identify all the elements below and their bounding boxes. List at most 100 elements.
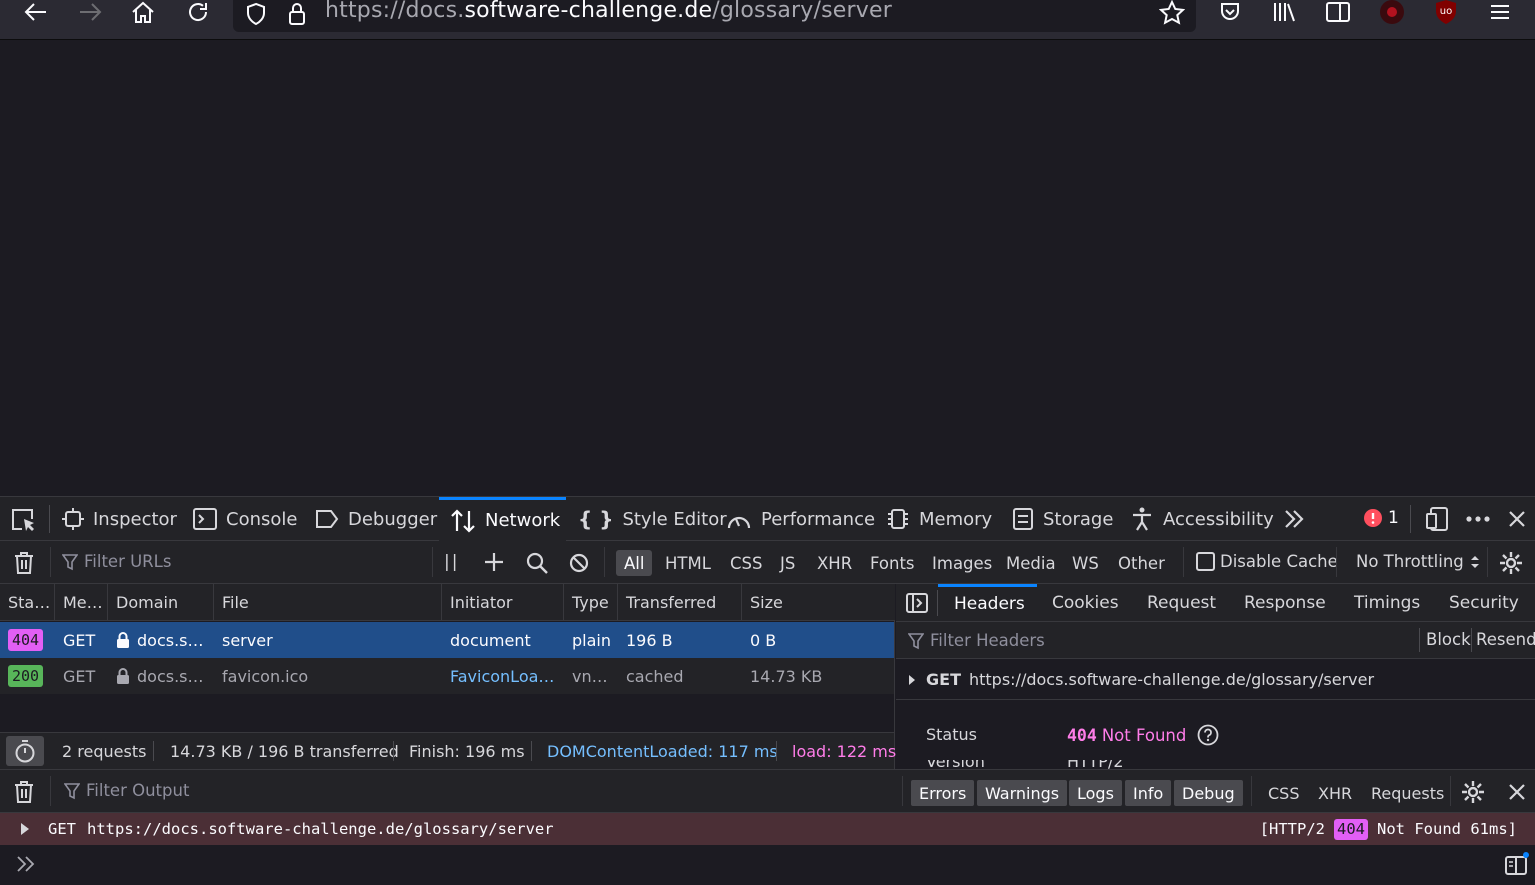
status-code: 404 xyxy=(1067,725,1097,745)
filter-js[interactable]: JS xyxy=(772,550,803,576)
ublock-button[interactable]: uo xyxy=(1428,0,1464,24)
editor-mode-button[interactable] xyxy=(1504,851,1530,877)
prompt-chevrons-icon xyxy=(17,856,35,872)
forward-button[interactable] xyxy=(72,0,108,24)
tab-security[interactable]: Security xyxy=(1449,584,1519,621)
column-file[interactable]: File xyxy=(214,584,442,621)
tab-response[interactable]: Response xyxy=(1244,584,1326,621)
gear-icon xyxy=(1462,781,1484,803)
tab-inspector[interactable]: Inspector xyxy=(62,497,177,541)
tab-storage[interactable]: Storage xyxy=(1012,497,1113,541)
console-settings-button[interactable] xyxy=(1461,780,1485,804)
filter-other[interactable]: Other xyxy=(1110,550,1173,576)
url-bar[interactable]: https://docs.software-challenge.de/gloss… xyxy=(233,0,1196,32)
back-button[interactable] xyxy=(18,0,54,24)
pause-button[interactable]: || xyxy=(444,552,459,572)
column-domain[interactable]: Domain xyxy=(108,584,214,621)
message-url[interactable]: https://docs.software-challenge.de/gloss… xyxy=(87,820,554,838)
library-button[interactable] xyxy=(1266,0,1302,24)
tab-accessibility[interactable]: Accessibility xyxy=(1130,497,1274,541)
extension-button[interactable] xyxy=(1374,0,1410,24)
filter-images[interactable]: Images xyxy=(924,550,1000,576)
filter-html[interactable]: HTML xyxy=(657,550,719,576)
svg-text:uo: uo xyxy=(1440,6,1452,17)
expand-arrow-icon[interactable] xyxy=(20,822,30,836)
reload-button[interactable] xyxy=(180,0,216,24)
table-row[interactable]: 404 GET docs.s… server document plain 19… xyxy=(0,622,894,658)
resend-button[interactable]: Resend xyxy=(1476,630,1535,649)
filter-all[interactable]: All xyxy=(616,550,653,576)
responsive-design-button[interactable] xyxy=(1426,506,1450,532)
initiator-link[interactable]: FaviconLoa… xyxy=(442,658,564,694)
url-text[interactable]: https://docs.software-challenge.de/gloss… xyxy=(325,0,892,23)
filter-fonts[interactable]: Fonts xyxy=(862,550,923,576)
initiator-cell: document xyxy=(450,630,531,650)
more-tabs-button[interactable] xyxy=(1282,507,1306,531)
divider xyxy=(1251,776,1252,806)
add-request-button[interactable] xyxy=(484,552,504,572)
toggle-panel-button[interactable] xyxy=(906,593,928,613)
clear-console-button[interactable] xyxy=(13,780,35,804)
tab-network[interactable]: Network xyxy=(439,497,566,541)
filter-warnings-button[interactable]: Warnings xyxy=(977,780,1068,806)
arrow-right-icon xyxy=(80,3,102,21)
filter-xhr[interactable]: XHR xyxy=(809,550,860,576)
help-icon[interactable] xyxy=(1197,724,1219,746)
home-button[interactable] xyxy=(125,0,161,24)
filter-info-button[interactable]: Info xyxy=(1125,780,1172,806)
clear-button[interactable] xyxy=(13,551,35,575)
filter-ws[interactable]: WS xyxy=(1064,550,1107,576)
filter-xhr-button[interactable]: XHR xyxy=(1318,780,1352,806)
error-count-badge[interactable]: 1 xyxy=(1364,508,1399,528)
console-input[interactable] xyxy=(0,845,1535,885)
partial-row: Version HTTP/2 xyxy=(896,760,1535,769)
tab-style-editor[interactable]: { } Style Editor xyxy=(578,497,727,541)
filter-logs-button[interactable]: Logs xyxy=(1069,780,1122,806)
column-status[interactable]: Sta… xyxy=(0,584,55,621)
tab-console[interactable]: Console xyxy=(193,497,297,541)
close-split-console-button[interactable] xyxy=(1507,782,1527,802)
filter-debug-button[interactable]: Debug xyxy=(1174,780,1243,806)
gear-icon xyxy=(1500,552,1522,574)
tab-performance[interactable]: Performance xyxy=(726,497,875,541)
filter-errors-button[interactable]: Errors xyxy=(911,780,975,806)
network-settings-button[interactable] xyxy=(1499,551,1523,575)
block-button[interactable]: Block xyxy=(1426,630,1471,649)
divider xyxy=(1487,547,1488,577)
tab-cookies[interactable]: Cookies xyxy=(1052,584,1119,621)
filter-css[interactable]: CSS xyxy=(722,550,770,576)
domain-cell: docs.s… xyxy=(108,658,214,694)
column-size[interactable]: Size xyxy=(742,584,895,621)
more-options-button[interactable] xyxy=(1465,515,1491,523)
filter-headers-input[interactable]: Filter Headers xyxy=(908,631,1045,650)
search-button[interactable] xyxy=(526,552,548,574)
tab-debugger[interactable]: Debugger xyxy=(315,497,437,541)
tab-headers[interactable]: Headers xyxy=(938,584,1037,621)
block-urls-button[interactable] xyxy=(569,553,589,573)
column-method[interactable]: Me… xyxy=(55,584,108,621)
column-type[interactable]: Type xyxy=(564,584,618,621)
tab-memory[interactable]: Memory xyxy=(886,497,992,541)
tab-timings[interactable]: Timings xyxy=(1354,584,1420,621)
filter-output-input[interactable]: Filter Output xyxy=(64,781,189,800)
filter-css-button[interactable]: CSS xyxy=(1268,780,1299,806)
element-picker-button[interactable] xyxy=(10,507,38,533)
filter-urls-input[interactable]: Filter URLs xyxy=(62,552,171,571)
column-transferred[interactable]: Transferred xyxy=(618,584,742,621)
performance-analysis-button[interactable] xyxy=(6,736,44,766)
star-icon[interactable] xyxy=(1159,0,1185,26)
close-devtools-button[interactable] xyxy=(1507,509,1527,529)
filter-requests-button[interactable]: Requests xyxy=(1371,780,1444,806)
request-summary-row[interactable]: GET https://docs.software-challenge.de/g… xyxy=(896,660,1535,700)
pocket-button[interactable] xyxy=(1212,0,1248,24)
sidebar-button[interactable] xyxy=(1320,0,1356,24)
column-initiator[interactable]: Initiator xyxy=(442,584,564,621)
filter-media[interactable]: Media xyxy=(998,550,1064,576)
menu-button[interactable] xyxy=(1482,0,1518,24)
disable-cache-checkbox[interactable]: Disable Cache xyxy=(1196,552,1338,571)
console-message[interactable]: GET https://docs.software-challenge.de/g… xyxy=(0,813,1535,845)
table-row[interactable]: 200 GET docs.s… favicon.ico FaviconLoa… … xyxy=(0,658,894,694)
tab-request[interactable]: Request xyxy=(1147,584,1216,621)
hamburger-icon xyxy=(1491,5,1509,19)
throttling-select[interactable]: No Throttling xyxy=(1356,552,1480,571)
